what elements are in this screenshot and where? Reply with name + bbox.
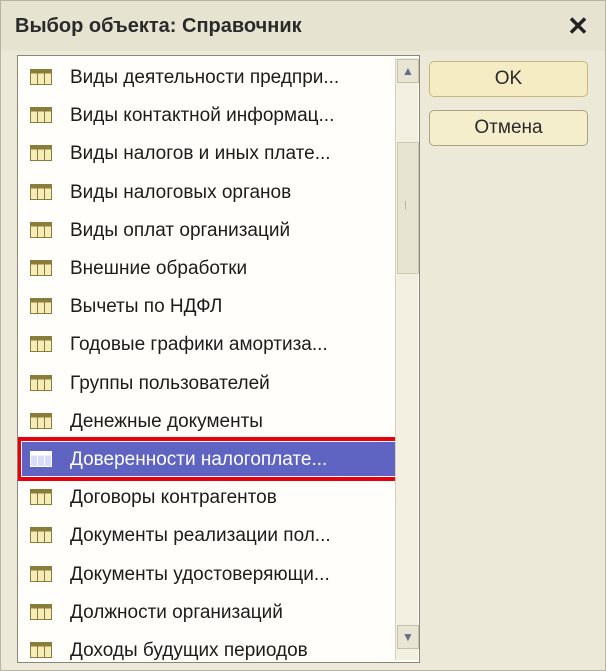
list-item[interactable]: Внешние обработки bbox=[22, 251, 397, 285]
list-item-label: Должности организаций bbox=[70, 601, 283, 623]
catalog-list[interactable]: Виды деятельности предпри... Виды контакт… bbox=[17, 55, 420, 663]
scroll-thumb[interactable] bbox=[397, 142, 419, 274]
title-bar: Выбор объекта: Справочник ✕ bbox=[1, 1, 605, 51]
list-item-label: Виды налогов и иных плате... bbox=[70, 143, 331, 165]
list-item-selected[interactable]: Доверенности налогоплате... bbox=[18, 437, 402, 481]
list-item-label: Доверенности налогоплате... bbox=[70, 449, 328, 470]
list-item-label: Годовые графики амортиза... bbox=[70, 334, 328, 356]
catalog-table-icon bbox=[30, 565, 52, 582]
dialog-window: Выбор объекта: Справочник ✕ Виды деятель… bbox=[0, 0, 606, 671]
catalog-table-icon bbox=[30, 298, 52, 315]
catalog-table-icon bbox=[30, 145, 52, 162]
list-item-label: Документы удостоверяющи... bbox=[70, 563, 330, 585]
catalog-table-icon bbox=[30, 260, 52, 276]
list-item[interactable]: Документы удостоверяющи... bbox=[22, 557, 397, 591]
list-item[interactable]: Денежные документы bbox=[22, 404, 397, 438]
list-item[interactable]: Годовые графики амортиза... bbox=[22, 327, 397, 361]
ok-button[interactable]: OK bbox=[429, 61, 588, 97]
list-item[interactable]: Виды оплат организаций bbox=[22, 213, 397, 247]
list-item-label: Денежные документы bbox=[70, 410, 263, 432]
catalog-table-icon bbox=[30, 69, 52, 85]
list-item[interactable]: Договоры контрагентов bbox=[22, 480, 397, 514]
catalog-table-icon bbox=[30, 107, 52, 124]
list-item[interactable]: Группы пользователей bbox=[22, 366, 397, 400]
catalog-table-icon bbox=[30, 336, 52, 353]
list-item[interactable]: Виды деятельности предпри... bbox=[22, 60, 397, 94]
catalog-table-icon bbox=[30, 527, 52, 544]
close-icon[interactable]: ✕ bbox=[563, 11, 593, 41]
list-item-label: Документы реализации пол... bbox=[70, 525, 331, 547]
list-item[interactable]: Вычеты по НДФЛ bbox=[22, 289, 397, 323]
catalog-table-icon bbox=[30, 489, 52, 506]
catalog-table-icon bbox=[30, 451, 52, 467]
list-item-label: Внешние обработки bbox=[70, 258, 248, 279]
list-item-label: Виды контактной информац... bbox=[70, 105, 335, 127]
list-item[interactable]: Доходы будущих периодов bbox=[22, 633, 397, 662]
list-item-label: Виды налоговых органов bbox=[70, 181, 292, 203]
list-item[interactable]: Виды налогов и иных плате... bbox=[22, 136, 397, 170]
list-item-label: Доходы будущих периодов bbox=[70, 640, 308, 661]
scroll-up-icon[interactable]: ▲ bbox=[397, 59, 419, 83]
dialog-title: Выбор объекта: Справочник bbox=[15, 15, 302, 37]
catalog-table-icon bbox=[30, 412, 52, 429]
catalog-table-icon bbox=[30, 374, 52, 391]
list-item[interactable]: Документы реализации пол... bbox=[22, 518, 397, 552]
list-item-label: Группы пользователей bbox=[70, 372, 270, 394]
scroll-grip-icon bbox=[405, 201, 412, 209]
list-item[interactable]: Должности организаций bbox=[22, 595, 397, 629]
catalog-table-icon bbox=[30, 221, 52, 238]
catalog-table-icon bbox=[30, 642, 52, 658]
list-item-label: Вычеты по НДФЛ bbox=[70, 296, 223, 318]
list-item-label: Виды оплат организаций bbox=[70, 219, 291, 241]
catalog-table-icon bbox=[30, 603, 52, 620]
list-item[interactable]: Виды контактной информац... bbox=[22, 98, 397, 132]
list-item[interactable]: Виды налоговых органов bbox=[22, 175, 397, 209]
scroll-down-icon[interactable]: ▼ bbox=[397, 625, 419, 649]
vertical-scrollbar[interactable]: ▲ ▼ bbox=[395, 58, 419, 660]
cancel-button[interactable]: Отмена bbox=[429, 110, 588, 146]
catalog-table-icon bbox=[30, 183, 52, 200]
list-item-label: Договоры контрагентов bbox=[70, 487, 277, 509]
list-item-label: Виды деятельности предпри... bbox=[70, 67, 340, 88]
